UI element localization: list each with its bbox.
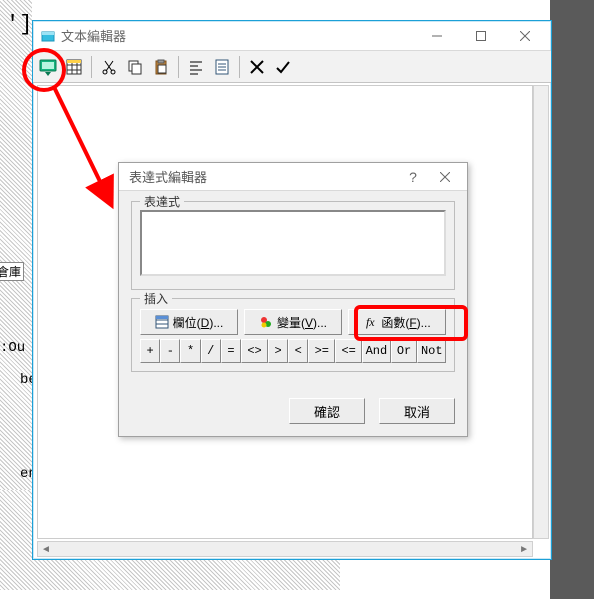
operator-row: + - * / = <> > < >= <= And Or Not	[140, 339, 446, 363]
group-expression: 表達式	[131, 201, 455, 290]
dialog-actions: 確認 取消	[119, 392, 467, 436]
cancel-button[interactable]: 取消	[379, 398, 455, 424]
dark-right-strip	[550, 0, 594, 599]
dialog-close-button[interactable]	[429, 169, 461, 185]
ok-button[interactable]: 確認	[289, 398, 365, 424]
copy-icon[interactable]	[124, 56, 146, 78]
app-icon	[41, 29, 55, 43]
group-insert: 插入 欄位(D)... 變量(V)... fx 函數(F)...	[131, 298, 455, 372]
toolbar	[33, 51, 551, 83]
cancel-icon[interactable]	[246, 56, 268, 78]
horizontal-scrollbar[interactable]: ◄ ►	[37, 541, 533, 557]
op-not[interactable]: Not	[417, 339, 446, 363]
function-button[interactable]: fx 函數(F)...	[348, 309, 446, 335]
op-gt[interactable]: >	[268, 339, 288, 363]
maximize-button[interactable]	[459, 22, 503, 50]
dialog-title: 表達式編輯器	[129, 167, 207, 186]
close-button[interactable]	[503, 22, 547, 50]
table-icon[interactable]	[63, 56, 85, 78]
variable-button-label: 變量(V)...	[277, 314, 327, 331]
dialog-help-button[interactable]: ?	[397, 169, 429, 185]
variable-icon	[259, 315, 273, 329]
op-div[interactable]: /	[201, 339, 221, 363]
bg-bracket: ']	[6, 12, 32, 37]
op-lt[interactable]: <	[288, 339, 308, 363]
op-neq[interactable]: <>	[241, 339, 268, 363]
field-button-label: 欄位(D)...	[173, 314, 224, 331]
toolbar-sep-2	[178, 56, 179, 78]
op-gte[interactable]: >=	[308, 339, 335, 363]
variable-button[interactable]: 變量(V)...	[244, 309, 342, 335]
window-title: 文本編輯器	[61, 26, 126, 45]
field-icon	[155, 315, 169, 329]
expression-editor-dialog: 表達式編輯器 ? 表達式 插入 欄位(D)...	[118, 162, 468, 437]
scroll-left-icon[interactable]: ◄	[38, 544, 54, 555]
toolbar-sep-1	[91, 56, 92, 78]
paste-icon[interactable]	[150, 56, 172, 78]
group-insert-label: 插入	[140, 290, 172, 307]
minimize-button[interactable]	[415, 22, 459, 50]
bg-label: 倉庫	[0, 262, 24, 281]
op-minus[interactable]: -	[160, 339, 180, 363]
op-mul[interactable]: *	[180, 339, 200, 363]
toolbar-sep-3	[239, 56, 240, 78]
field-button[interactable]: 欄位(D)...	[140, 309, 238, 335]
align-left-icon[interactable]	[185, 56, 207, 78]
op-plus[interactable]: +	[140, 339, 160, 363]
vertical-scrollbar[interactable]	[533, 85, 549, 539]
op-lte[interactable]: <=	[335, 339, 362, 363]
dialog-titlebar[interactable]: 表達式編輯器 ?	[119, 163, 467, 191]
expression-input[interactable]	[140, 210, 446, 276]
function-icon: fx	[363, 315, 377, 329]
document-icon[interactable]	[211, 56, 233, 78]
ok-icon[interactable]	[272, 56, 294, 78]
function-button-label: 函數(F)...	[381, 314, 430, 331]
op-or[interactable]: Or	[391, 339, 418, 363]
op-eq[interactable]: =	[221, 339, 241, 363]
group-expression-label: 表達式	[140, 193, 184, 210]
op-and[interactable]: And	[362, 339, 391, 363]
titlebar[interactable]: 文本編輯器	[33, 21, 551, 51]
annotation-circle	[22, 48, 66, 92]
scroll-right-icon[interactable]: ►	[516, 544, 532, 555]
cut-icon[interactable]	[98, 56, 120, 78]
